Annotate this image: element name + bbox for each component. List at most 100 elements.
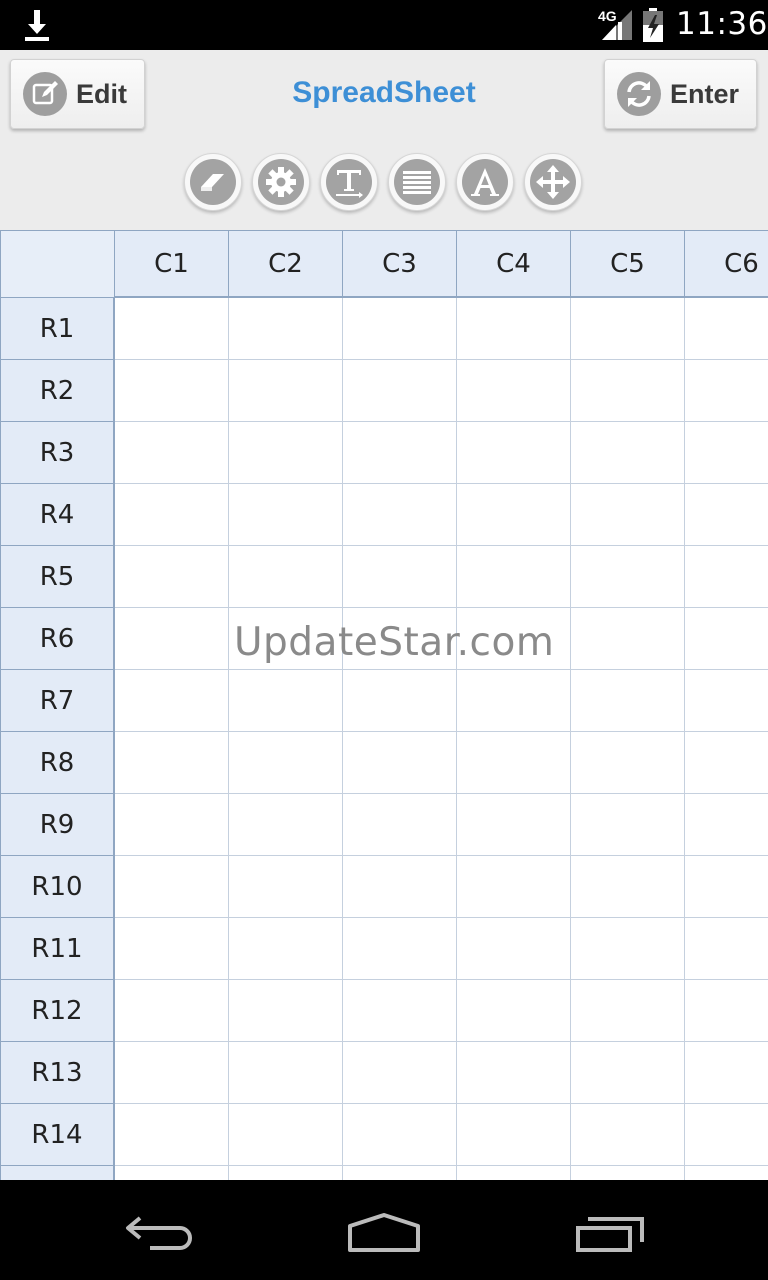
- row-header[interactable]: R8: [0, 732, 115, 794]
- grid-cell[interactable]: [343, 732, 457, 794]
- row-header[interactable]: R9: [0, 794, 115, 856]
- grid-cell[interactable]: [571, 670, 685, 732]
- grid-cell[interactable]: [229, 1166, 343, 1180]
- column-header[interactable]: C1: [115, 230, 229, 298]
- grid-cell[interactable]: [115, 1104, 229, 1166]
- grid-cell[interactable]: [685, 1104, 768, 1166]
- grid-cell[interactable]: [229, 732, 343, 794]
- eraser-button[interactable]: [184, 153, 242, 211]
- grid-cell[interactable]: [457, 918, 571, 980]
- back-button[interactable]: [124, 1214, 196, 1254]
- grid-cell[interactable]: [571, 422, 685, 484]
- grid-cell[interactable]: [343, 546, 457, 608]
- grid-cell[interactable]: [229, 422, 343, 484]
- grid-cell[interactable]: [685, 422, 768, 484]
- enter-button[interactable]: Enter: [604, 59, 757, 129]
- grid-cell[interactable]: [685, 856, 768, 918]
- grid-cell[interactable]: [229, 1104, 343, 1166]
- grid-cell[interactable]: [457, 298, 571, 360]
- grid-cell[interactable]: [115, 856, 229, 918]
- grid-cell[interactable]: [229, 484, 343, 546]
- grid-cell[interactable]: [685, 980, 768, 1042]
- row-header[interactable]: R7: [0, 670, 115, 732]
- grid-cell[interactable]: [571, 546, 685, 608]
- row-header[interactable]: R13: [0, 1042, 115, 1104]
- grid-cell[interactable]: [571, 608, 685, 670]
- grid-cell[interactable]: [343, 1104, 457, 1166]
- grid-cell[interactable]: [229, 1042, 343, 1104]
- grid-cell[interactable]: [457, 794, 571, 856]
- grid-cell[interactable]: [571, 298, 685, 360]
- column-header[interactable]: C5: [571, 230, 685, 298]
- grid-cell[interactable]: [685, 484, 768, 546]
- grid-cell[interactable]: [343, 484, 457, 546]
- grid-cell[interactable]: [685, 298, 768, 360]
- grid-cell[interactable]: [571, 360, 685, 422]
- settings-button[interactable]: [252, 153, 310, 211]
- grid-cell[interactable]: [343, 298, 457, 360]
- grid-cell[interactable]: [115, 1166, 229, 1180]
- grid-cell[interactable]: [115, 546, 229, 608]
- grid-cell[interactable]: [229, 918, 343, 980]
- grid-cell[interactable]: [229, 298, 343, 360]
- row-header[interactable]: R1: [0, 298, 115, 360]
- grid-cell[interactable]: [343, 422, 457, 484]
- row-header[interactable]: R6: [0, 608, 115, 670]
- column-header[interactable]: C2: [229, 230, 343, 298]
- grid-cell[interactable]: [115, 794, 229, 856]
- row-header[interactable]: R4: [0, 484, 115, 546]
- row-header[interactable]: R11: [0, 918, 115, 980]
- grid-cell[interactable]: [685, 1166, 768, 1180]
- grid-cell[interactable]: [457, 732, 571, 794]
- grid-cell[interactable]: [571, 1042, 685, 1104]
- grid-cell[interactable]: [457, 1104, 571, 1166]
- lines-button[interactable]: [388, 153, 446, 211]
- home-button[interactable]: [346, 1212, 422, 1254]
- grid-cell[interactable]: [343, 980, 457, 1042]
- grid-cell[interactable]: [343, 1166, 457, 1180]
- grid-cell[interactable]: [457, 980, 571, 1042]
- grid-cell[interactable]: [457, 422, 571, 484]
- grid-cell[interactable]: [571, 1104, 685, 1166]
- column-header[interactable]: C3: [343, 230, 457, 298]
- grid-cell[interactable]: [685, 732, 768, 794]
- grid-cell[interactable]: [457, 856, 571, 918]
- text-format-button[interactable]: [320, 153, 378, 211]
- grid-cell[interactable]: [115, 670, 229, 732]
- move-button[interactable]: [524, 153, 582, 211]
- grid-cell[interactable]: [229, 546, 343, 608]
- row-header[interactable]: R2: [0, 360, 115, 422]
- grid-cell[interactable]: [571, 484, 685, 546]
- grid-cell[interactable]: [457, 1042, 571, 1104]
- grid-cell[interactable]: [115, 980, 229, 1042]
- grid-cell[interactable]: [571, 732, 685, 794]
- grid-cell[interactable]: [571, 856, 685, 918]
- grid-cell[interactable]: [115, 918, 229, 980]
- column-header[interactable]: C4: [457, 230, 571, 298]
- grid-cell[interactable]: [229, 980, 343, 1042]
- grid-cell[interactable]: [343, 918, 457, 980]
- grid-cell[interactable]: [457, 360, 571, 422]
- grid-cell[interactable]: [571, 980, 685, 1042]
- grid-cell[interactable]: [115, 732, 229, 794]
- column-header[interactable]: C6: [685, 230, 768, 298]
- grid-cell[interactable]: [343, 856, 457, 918]
- grid-cell[interactable]: [343, 670, 457, 732]
- grid-cell[interactable]: [343, 1042, 457, 1104]
- row-header[interactable]: [0, 1166, 115, 1180]
- grid-cell[interactable]: [115, 484, 229, 546]
- row-header[interactable]: R10: [0, 856, 115, 918]
- grid-cell[interactable]: [571, 918, 685, 980]
- grid-cell[interactable]: [343, 360, 457, 422]
- grid-cell[interactable]: [571, 1166, 685, 1180]
- row-header[interactable]: R12: [0, 980, 115, 1042]
- grid-cell[interactable]: [229, 856, 343, 918]
- row-header[interactable]: R3: [0, 422, 115, 484]
- grid-cell[interactable]: [229, 360, 343, 422]
- grid-cell[interactable]: [229, 794, 343, 856]
- grid-cell[interactable]: [115, 298, 229, 360]
- grid-cell[interactable]: [115, 360, 229, 422]
- row-header[interactable]: R5: [0, 546, 115, 608]
- grid-cell[interactable]: [229, 670, 343, 732]
- grid-cell[interactable]: [685, 546, 768, 608]
